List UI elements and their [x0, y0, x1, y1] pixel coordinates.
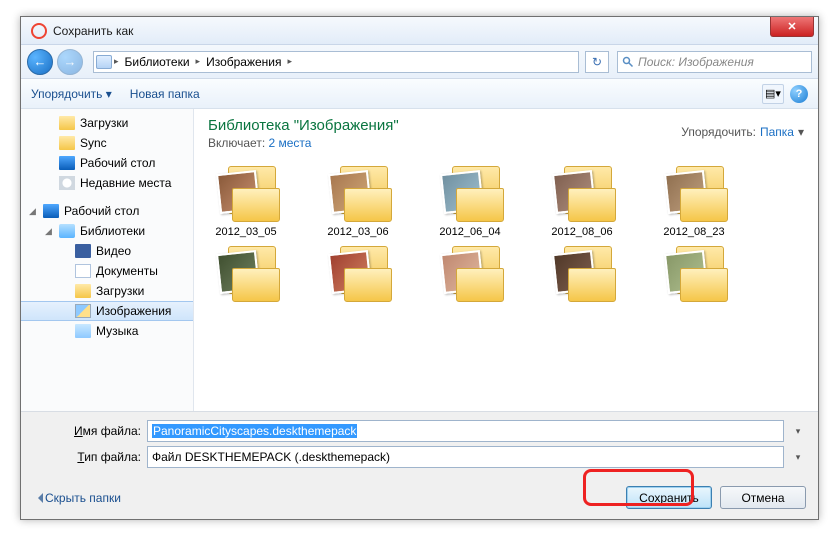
nav-bar: ← → ▸ Библиотеки ▸ Изображения ▸ ↻ Поиск…: [21, 45, 818, 79]
sidebar-item-libraries[interactable]: ◢Библиотеки: [21, 221, 193, 241]
sidebar-item-video[interactable]: Видео: [21, 241, 193, 261]
library-subheading: Включает: 2 места: [208, 136, 399, 150]
chevron-right-icon: ▸: [288, 56, 293, 67]
recent-icon: [59, 176, 75, 190]
sidebar-item-documents[interactable]: Документы: [21, 261, 193, 281]
sidebar-item-desktop-root[interactable]: ◢Рабочий стол: [21, 201, 193, 221]
folder-item[interactable]: [198, 244, 294, 306]
breadcrumb[interactable]: ▸ Библиотеки ▸ Изображения ▸: [93, 51, 579, 73]
folder-item[interactable]: [534, 244, 630, 306]
folder-item[interactable]: 2012_03_06: [310, 164, 406, 238]
sidebar-item-sync[interactable]: Sync: [21, 133, 193, 153]
folder-item[interactable]: [310, 244, 406, 306]
sidebar-item-pictures[interactable]: Изображения: [21, 301, 193, 321]
filename-label: Имя файла:: [33, 424, 141, 438]
view-options-button[interactable]: ▤▾: [762, 84, 784, 104]
nav-forward-button[interactable]: →: [57, 49, 83, 75]
locations-link[interactable]: 2 места: [269, 136, 312, 150]
search-input[interactable]: Поиск: Изображения: [617, 51, 812, 73]
refresh-button[interactable]: ↻: [585, 51, 609, 73]
video-icon: [75, 244, 91, 258]
footer: Скрыть папки Сохранить Отмена: [21, 480, 818, 519]
folder-item[interactable]: [422, 244, 518, 306]
sidebar-item-downloads[interactable]: Загрузки: [21, 113, 193, 133]
folder-item[interactable]: 2012_06_04: [422, 164, 518, 238]
sidebar: Загрузки Sync Рабочий стол Недавние мест…: [21, 109, 194, 411]
window-title: Сохранить как: [53, 24, 133, 38]
folder-grid: 2012_03_05 2012_03_06 2012_06_04 2012_08…: [194, 156, 818, 411]
expand-icon[interactable]: ◢: [29, 206, 36, 217]
sidebar-item-music[interactable]: Музыка: [21, 321, 193, 341]
crumb-libraries[interactable]: Библиотеки: [121, 55, 194, 69]
library-icon: [96, 55, 112, 69]
hide-folders-link[interactable]: Скрыть папки: [33, 491, 121, 505]
folder-item[interactable]: 2012_08_06: [534, 164, 630, 238]
sidebar-item-downloads-lib[interactable]: Загрузки: [21, 281, 193, 301]
filename-dropdown[interactable]: ▾: [790, 426, 806, 437]
toolbar: Упорядочить ▾ Новая папка ▤▾ ?: [21, 79, 818, 109]
close-button[interactable]: ✕: [770, 17, 814, 37]
save-as-dialog: Сохранить как ✕ ← → ▸ Библиотеки ▸ Изобр…: [20, 16, 819, 520]
chevron-right-icon: ▸: [114, 56, 119, 67]
organize-menu[interactable]: Упорядочить ▾: [31, 87, 112, 101]
expand-icon[interactable]: ◢: [45, 226, 52, 237]
arrange-by[interactable]: Упорядочить: Папка ▾: [681, 117, 804, 139]
content-pane: Библиотека "Изображения" Включает: 2 мес…: [194, 109, 818, 411]
filetype-dropdown[interactable]: ▾: [790, 452, 806, 463]
libraries-icon: [59, 224, 75, 238]
chevron-right-icon: ▸: [196, 56, 201, 67]
folder-icon: [59, 116, 75, 130]
filetype-select[interactable]: Файл DESKTHEMEPACK (.deskthemepack): [147, 446, 784, 468]
sidebar-item-recent[interactable]: Недавние места: [21, 173, 193, 193]
document-icon: [75, 264, 91, 278]
save-button[interactable]: Сохранить: [626, 486, 712, 509]
desktop-icon: [43, 204, 59, 218]
desktop-icon: [59, 156, 75, 170]
search-icon: [622, 56, 634, 68]
filetype-label: Тип файла:: [33, 450, 141, 464]
music-icon: [75, 324, 91, 338]
opera-icon: [31, 23, 47, 39]
folder-item[interactable]: 2012_08_23: [646, 164, 742, 238]
folder-item[interactable]: [646, 244, 742, 306]
titlebar: Сохранить как ✕: [21, 17, 818, 45]
filename-input[interactable]: PanoramicCityscapes.deskthemepack: [147, 420, 784, 442]
nav-back-button[interactable]: ←: [27, 49, 53, 75]
pictures-icon: [75, 304, 91, 318]
folder-icon: [59, 136, 75, 150]
folder-icon: [75, 284, 91, 298]
folder-item[interactable]: 2012_03_05: [198, 164, 294, 238]
crumb-pictures[interactable]: Изображения: [202, 55, 285, 69]
file-fields: Имя файла: PanoramicCityscapes.desktheme…: [21, 411, 818, 480]
chevron-down-icon: ▾: [798, 125, 804, 139]
help-button[interactable]: ?: [790, 85, 808, 103]
new-folder-button[interactable]: Новая папка: [130, 87, 200, 101]
sidebar-item-desktop[interactable]: Рабочий стол: [21, 153, 193, 173]
library-heading: Библиотека "Изображения": [208, 117, 399, 134]
cancel-button[interactable]: Отмена: [720, 486, 806, 509]
